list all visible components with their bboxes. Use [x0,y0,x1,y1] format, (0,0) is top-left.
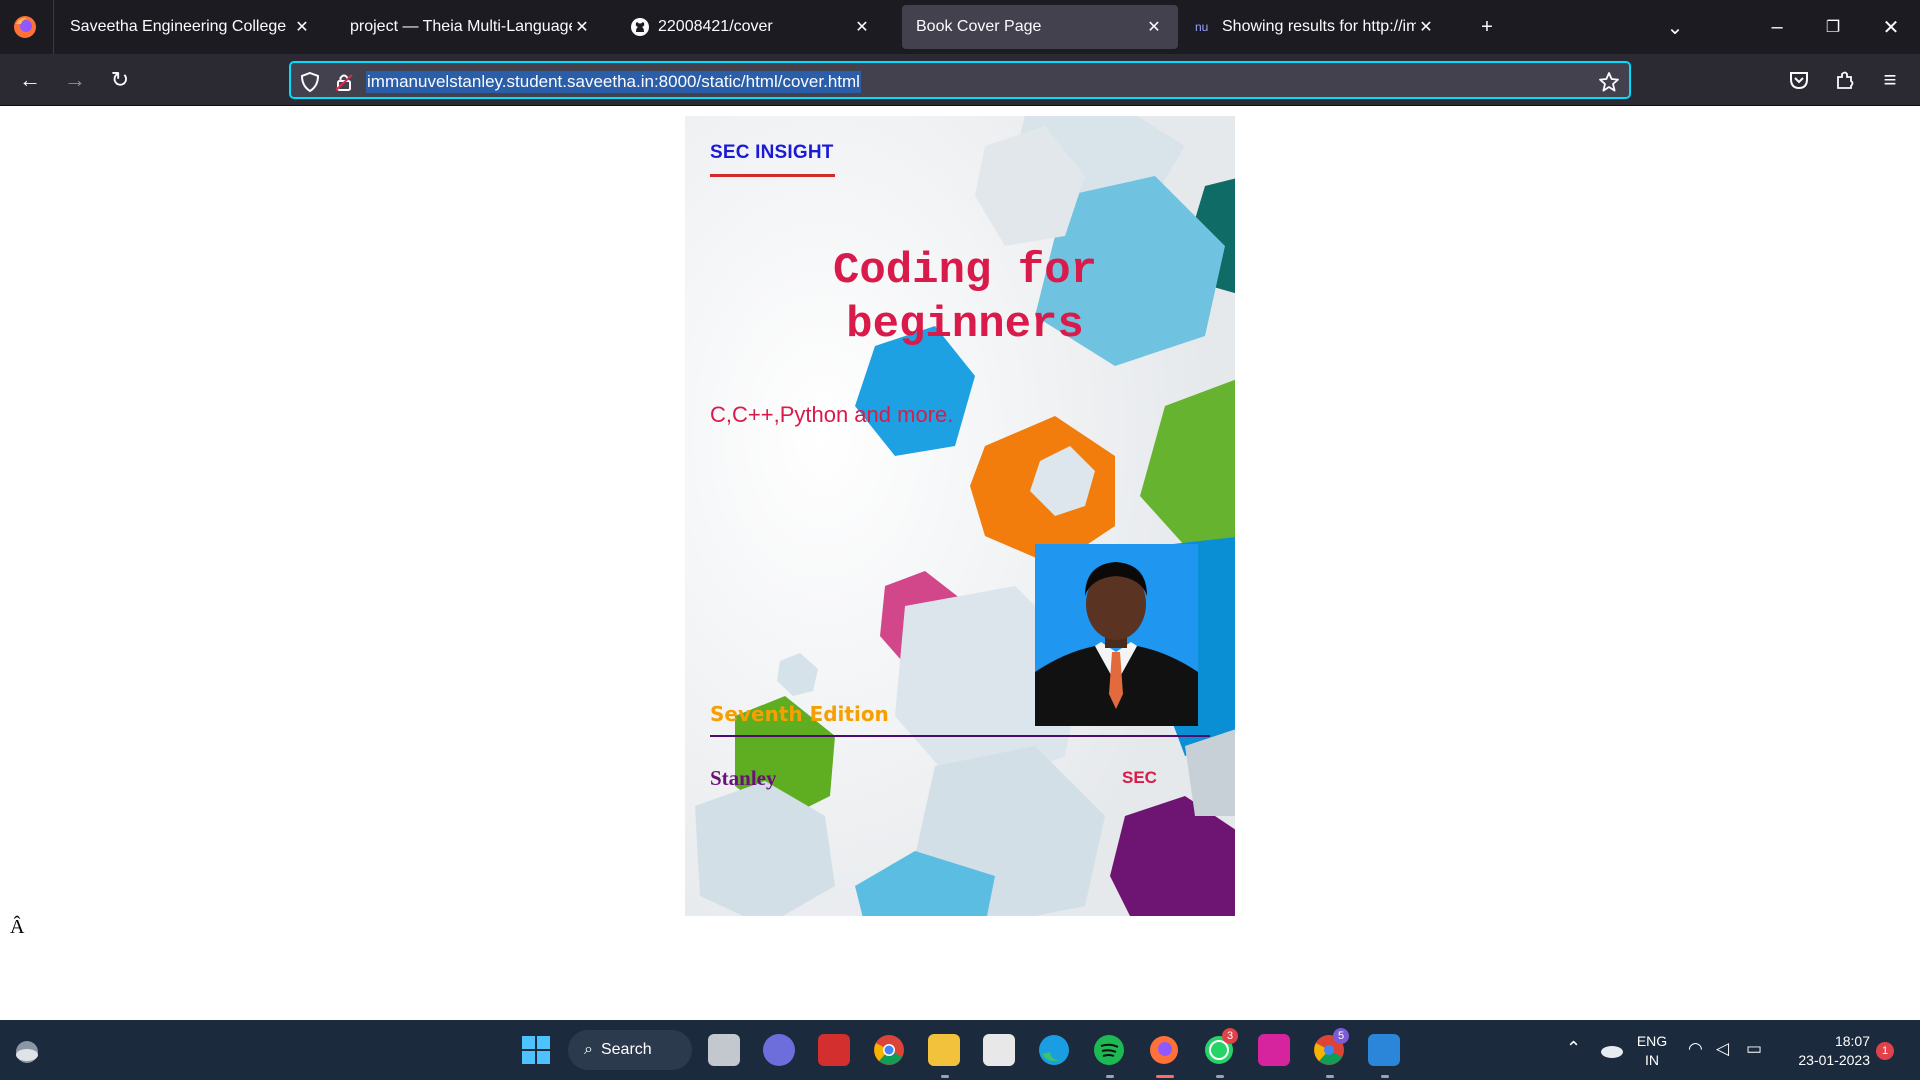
tab-label: 22008421/cover [658,18,773,35]
notification-badge[interactable]: 1 [1876,1042,1894,1060]
clock[interactable]: 18:07 23-01-2023 [1784,1032,1870,1070]
firefox-menu-icon[interactable] [12,14,38,40]
pocket-icon[interactable] [1783,64,1815,96]
windows-start-icon[interactable] [520,1034,552,1066]
restore-icon[interactable]: ❐ [1818,12,1848,42]
running-indicator [1216,1075,1224,1078]
teams-chat-icon[interactable] [763,1034,795,1066]
whatsapp-badge: 3 [1222,1028,1238,1044]
photos-icon[interactable] [1368,1034,1400,1066]
github-icon [631,18,649,36]
pdf-reader-icon[interactable] [818,1034,850,1066]
nu-favicon-icon: nu [1195,20,1208,34]
publisher-name: SEC [1122,768,1157,787]
edition-divider [710,735,1210,737]
bookmark-star-icon[interactable] [1598,71,1620,93]
close-icon[interactable]: ✕ [572,17,592,37]
onedrive-icon[interactable] [1600,1042,1624,1058]
book-cover: SEC INSIGHT Coding for beginners C,C++,P… [685,116,1235,916]
tab-label: project — Theia Multi-Language Ex [350,18,572,35]
instagram-icon[interactable] [1258,1034,1290,1066]
author-name: Stanley [710,766,777,790]
chevron-up-icon[interactable]: ⌃ [1566,1039,1581,1058]
spotify-icon[interactable] [1093,1034,1125,1066]
url-text[interactable]: immanuvelstanley.student.saveetha.in:800… [366,71,861,93]
close-icon[interactable]: ✕ [852,17,872,37]
new-tab-icon[interactable]: + [1472,12,1502,42]
tab-label: Showing results for http://imma [1222,18,1416,35]
extensions-icon[interactable] [1829,64,1861,96]
tab-saveetha[interactable]: Saveetha Engineering College ✕ [56,5,326,49]
svg-text:nu: nu [1195,20,1208,34]
clock-date: 23-01-2023 [1798,1052,1870,1068]
running-indicator [941,1075,949,1078]
running-indicator [1326,1075,1334,1078]
stray-character: Â [10,916,25,938]
tab-book-cover[interactable]: Book Cover Page ✕ [902,5,1178,49]
microsoft-store-icon[interactable] [983,1034,1015,1066]
running-indicator [1106,1075,1114,1078]
search-icon: ⌕ [584,1041,593,1058]
close-icon[interactable]: ✕ [1144,17,1164,37]
tab-theia[interactable]: project — Theia Multi-Language Ex ✕ [336,5,606,49]
taskbar-search-button[interactable]: ⌕ Search [568,1030,692,1070]
running-indicator [1381,1075,1389,1078]
minimize-icon[interactable]: – [1762,12,1792,42]
book-title: Coding for beginners [832,246,1098,350]
author-photo [1035,544,1198,726]
close-icon[interactable]: ✕ [292,17,312,37]
reload-icon[interactable]: ↻ [104,64,136,96]
active-indicator [1156,1075,1174,1078]
back-arrow-icon[interactable]: ← [14,64,46,96]
page-viewport: SEC INSIGHT Coding for beginners C,C++,P… [0,106,1920,1020]
insecure-lock-icon[interactable] [333,71,355,93]
input-language[interactable]: ENG IN [1632,1032,1672,1070]
edition-label: Seventh Edition [710,702,889,726]
edge-icon[interactable] [1038,1034,1070,1066]
language-code: ENG [1636,1033,1668,1049]
wifi-icon[interactable]: ◠ [1688,1039,1703,1058]
tracking-shield-icon[interactable] [299,71,321,93]
navigation-toolbar: ← → ↻ immanuvelstanley.student.saveetha.… [0,54,1920,106]
region-code: IN [1645,1052,1659,1068]
window-close-icon[interactable]: ✕ [1876,12,1906,42]
book-subtitle: C,C++,Python and more. [710,402,954,427]
forward-arrow-icon[interactable]: → [59,64,91,96]
tab-label: Book Cover Page [916,18,1042,35]
tab-github[interactable]: 22008421/cover ✕ [616,5,886,49]
file-explorer-icon[interactable] [928,1034,960,1066]
battery-icon[interactable]: ▭ [1746,1039,1762,1058]
tab-label: Saveetha Engineering College [70,18,287,35]
tab-search-results[interactable]: nu Showing results for http://imma ✕ [1180,5,1450,49]
volume-icon[interactable]: ◁ [1716,1039,1729,1058]
hamburger-menu-icon[interactable]: ≡ [1874,64,1906,96]
search-label: Search [600,1041,652,1058]
chrome-icon[interactable] [873,1034,905,1066]
close-icon[interactable]: ✕ [1416,17,1436,37]
weather-widget-icon[interactable] [12,1036,42,1064]
chrome-profile-badge: 5 [1333,1028,1349,1044]
brand-heading: SEC INSIGHT [710,142,835,177]
firefox-taskbar-icon[interactable] [1148,1034,1180,1066]
address-bar[interactable]: immanuvelstanley.student.saveetha.in:800… [289,61,1631,99]
hexagon-background [685,116,1235,916]
task-view-icon[interactable] [708,1034,740,1066]
clock-time: 18:07 [1834,1033,1870,1049]
list-all-tabs-icon[interactable]: ⌄ [1660,12,1690,42]
tab-separator [53,0,54,54]
windows-taskbar: ⌕ Search 3 5 ⌃ ENG IN ◠ ◁ ▭ 18:07 23-01-… [0,1020,1920,1080]
tab-bar: Saveetha Engineering College ✕ project —… [0,0,1920,54]
